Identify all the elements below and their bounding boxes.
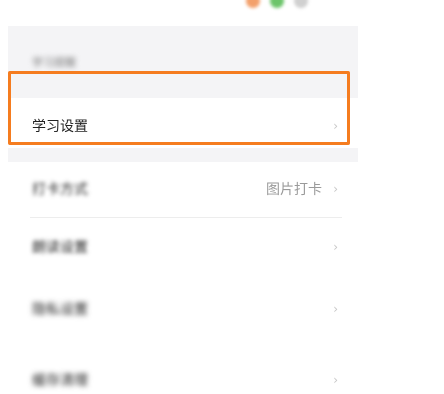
settings-row-3-label: 朗读设置 — [32, 240, 88, 256]
settings-row-3[interactable]: 朗读设置 › — [8, 220, 358, 274]
chevron-right-icon: › — [333, 182, 338, 196]
learning-settings-card: 学习设置 › — [8, 98, 358, 148]
settings-row-4[interactable]: 隐私设置 › — [8, 282, 358, 336]
check-in-label: 打卡方式 — [32, 182, 88, 198]
bottom-card: 缓存清理 › — [8, 358, 358, 394]
section-header: 学习提醒 — [32, 56, 76, 69]
status-pill-green — [270, 0, 284, 8]
divider — [30, 217, 342, 218]
settings-row-5[interactable]: 缓存清理 › — [8, 356, 358, 394]
chevron-right-icon: › — [333, 119, 338, 133]
settings-screen: 学习提醒 学习设置 › 打卡方式 图片打卡 › 朗读设置 › 隐私设置 › 缓存… — [8, 0, 358, 394]
top-card — [8, 0, 358, 26]
check-in-value: 图片打卡 — [266, 182, 322, 198]
status-pill-gray — [294, 0, 308, 8]
status-pill-orange — [246, 0, 260, 8]
learning-settings-row[interactable]: 学习设置 › — [8, 101, 358, 151]
learning-settings-label: 学习设置 — [32, 119, 88, 135]
right-margin — [358, 0, 444, 394]
settings-row-5-label: 缓存清理 — [32, 373, 88, 389]
chevron-right-icon: › — [333, 373, 338, 387]
settings-row-4-label: 隐私设置 — [32, 302, 88, 318]
check-in-row[interactable]: 打卡方式 图片打卡 › — [8, 162, 358, 216]
chevron-right-icon: › — [333, 302, 338, 316]
chevron-right-icon: › — [333, 240, 338, 254]
